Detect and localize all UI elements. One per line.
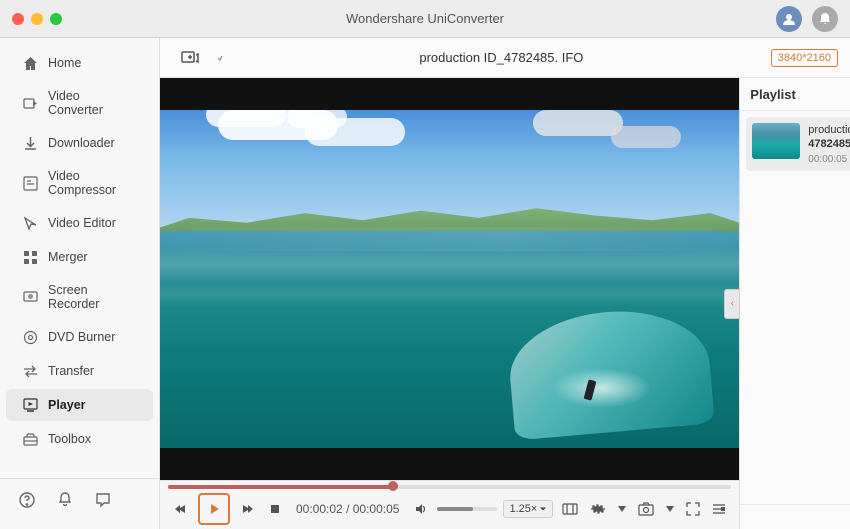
sidebar-item-dvd-burner-label: DVD Burner	[48, 330, 115, 344]
notification-icon[interactable]	[812, 6, 838, 32]
screenshot-button[interactable]	[635, 499, 657, 519]
sidebar-item-transfer-label: Transfer	[48, 364, 94, 378]
screenshot-dropdown[interactable]	[663, 503, 677, 515]
minimize-button[interactable]	[31, 13, 43, 25]
sidebar-item-video-compressor-label: Video Compressor	[48, 169, 137, 197]
screen-recorder-icon	[22, 289, 38, 305]
user-avatar-icon[interactable]	[776, 6, 802, 32]
prev-frame-button[interactable]	[170, 499, 190, 519]
list-item[interactable]: production ID_4782485.IFO 00:00:05	[746, 117, 850, 171]
sidebar-item-player[interactable]: Player	[6, 389, 153, 421]
downloader-icon	[22, 135, 38, 151]
video-editor-icon	[22, 215, 38, 231]
playlist-item-info: production ID_4782485.IFO 00:00:05	[808, 123, 850, 165]
sidebar-item-merger[interactable]: Merger	[6, 241, 153, 273]
sidebar: Home Video Converter Downloader	[0, 38, 160, 529]
title-bar: Wondershare UniConverter	[0, 0, 850, 38]
player-header: production ID_4782485. IFO 3840*2160	[160, 38, 850, 78]
stop-button[interactable]	[266, 500, 284, 518]
sidebar-item-toolbox-label: Toolbox	[48, 432, 91, 446]
video-area: ‹	[160, 78, 739, 529]
next-frame-button[interactable]	[238, 499, 258, 519]
playlist-footer: 1 file(s)	[740, 504, 850, 529]
app-title: Wondershare UniConverter	[346, 11, 504, 26]
video-compressor-icon	[22, 175, 38, 191]
current-time: 00:00:02	[296, 502, 343, 516]
sidebar-item-video-converter[interactable]: Video Converter	[6, 81, 153, 125]
sidebar-item-home-label: Home	[48, 56, 81, 70]
sidebar-item-screen-recorder-label: Screen Recorder	[48, 283, 137, 311]
add-media-button[interactable]	[172, 44, 232, 72]
playlist-items: production ID_4782485.IFO 00:00:05	[740, 111, 850, 504]
notification-bell-icon[interactable]	[54, 489, 76, 511]
play-pause-button[interactable]	[198, 493, 230, 525]
speed-selector[interactable]: 1.25×	[503, 500, 553, 518]
player-playlist-area: ‹	[160, 78, 850, 529]
waveform-button[interactable]	[587, 499, 609, 519]
sidebar-item-video-editor[interactable]: Video Editor	[6, 207, 153, 239]
controls-bar: 00:00:02 / 00:00:05	[160, 480, 739, 529]
progress-bar-area[interactable]	[160, 481, 739, 489]
sidebar-item-downloader-label: Downloader	[48, 136, 115, 150]
sidebar-item-video-converter-label: Video Converter	[48, 89, 137, 117]
volume-icon[interactable]	[411, 499, 431, 519]
playlist-item-name: production ID_4782485.IFO	[808, 123, 850, 152]
sidebar-item-video-compressor[interactable]: Video Compressor	[6, 161, 153, 205]
sidebar-item-home[interactable]: Home	[6, 47, 153, 79]
resolution-badge: 3840*2160	[771, 49, 838, 67]
close-button[interactable]	[12, 13, 24, 25]
sidebar-item-dvd-burner[interactable]: DVD Burner	[6, 321, 153, 353]
sidebar-bottom	[0, 478, 159, 521]
total-time: 00:00:05	[353, 502, 400, 516]
controls-right: 1.25×	[411, 498, 729, 520]
video-frame	[160, 78, 739, 480]
progress-handle[interactable]	[388, 481, 398, 491]
toolbox-icon	[22, 431, 38, 447]
player-header-left	[172, 44, 232, 72]
main-layout: Home Video Converter Downloader	[0, 38, 850, 529]
progress-track[interactable]	[168, 485, 731, 489]
sidebar-item-downloader[interactable]: Downloader	[6, 127, 153, 159]
fullscreen-button[interactable]	[683, 499, 703, 519]
time-separator: /	[346, 502, 353, 516]
merger-icon	[22, 249, 38, 265]
sidebar-item-screen-recorder[interactable]: Screen Recorder	[6, 275, 153, 319]
volume-fill	[437, 507, 473, 511]
progress-fill	[168, 485, 393, 489]
sidebar-item-player-label: Player	[48, 398, 86, 412]
dvd-burner-icon	[22, 329, 38, 345]
player-icon	[22, 397, 38, 413]
player-file-title: production ID_4782485. IFO	[232, 50, 771, 65]
speed-value: 1.25×	[509, 503, 537, 515]
sidebar-item-merger-label: Merger	[48, 250, 88, 264]
feedback-icon[interactable]	[92, 489, 114, 511]
sidebar-item-toolbox[interactable]: Toolbox	[6, 423, 153, 455]
help-icon[interactable]	[16, 489, 38, 511]
home-icon	[22, 55, 38, 71]
playlist-panel: Playlist	[739, 78, 850, 529]
playlist-item-duration: 00:00:05	[808, 154, 850, 165]
volume-slider[interactable]	[437, 507, 497, 511]
waveform-dropdown[interactable]	[615, 503, 629, 515]
sidebar-item-video-editor-label: Video Editor	[48, 216, 116, 230]
title-bar-right	[776, 6, 838, 32]
sidebar-item-transfer[interactable]: Transfer	[6, 355, 153, 387]
playlist-title: Playlist	[750, 87, 796, 102]
scene-detect-button[interactable]	[559, 498, 581, 520]
content-area: production ID_4782485. IFO 3840*2160	[160, 38, 850, 529]
playlist-header: Playlist	[740, 78, 850, 111]
transfer-icon	[22, 363, 38, 379]
playlist-item-thumbnail	[752, 123, 800, 159]
maximize-button[interactable]	[50, 13, 62, 25]
playlist-toggle-button[interactable]	[709, 500, 729, 518]
time-display: 00:00:02 / 00:00:05	[296, 502, 399, 516]
controls-row: 00:00:02 / 00:00:05	[160, 489, 739, 529]
window-controls[interactable]	[12, 13, 62, 25]
video-converter-icon	[22, 95, 38, 111]
collapse-playlist-button[interactable]: ‹	[724, 289, 740, 319]
